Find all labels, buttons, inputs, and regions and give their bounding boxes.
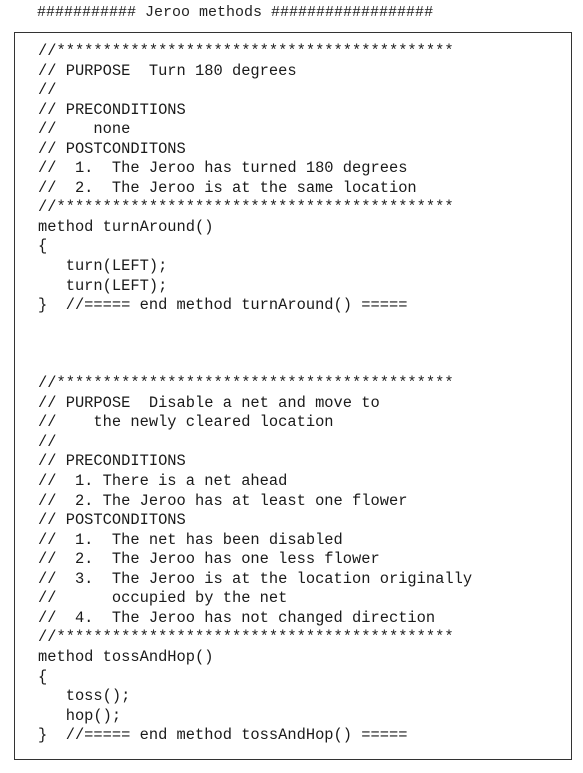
code-line: //**************************************… [38,198,454,217]
code-line: // [38,81,57,100]
code-line: // [38,432,57,451]
code-line: turn(LEFT); [38,276,168,295]
code-line: } //===== end method tossAndHop() ===== [38,726,408,745]
code-line: // 3. The Jeroo is at the location origi… [38,569,473,588]
code-line: // none [38,120,131,139]
code-line: // POSTCONDITONS [38,511,186,530]
code-line: // 1. The Jeroo has turned 180 degrees [38,159,408,178]
section-heading: ########### Jeroo methods ##############… [37,4,434,21]
code-line: // 2. The Jeroo has at least one flower [38,491,408,510]
code-line: // the newly cleared location [38,413,334,432]
code-line: { [38,667,48,686]
code-line: //**************************************… [38,374,454,393]
code-line: // PRECONDITIONS [38,100,186,119]
code-line: // POSTCONDITONS [38,139,186,158]
code-line: } //===== end method turnAround() ===== [38,296,408,315]
code-line: // PURPOSE Turn 180 degrees [38,61,297,80]
code-line: method tossAndHop() [38,647,214,666]
code-line: // 2. The Jeroo is at the same location [38,178,417,197]
code-line: // PURPOSE Disable a net and move to [38,393,380,412]
code-line: // 4. The Jeroo has not changed directio… [38,608,436,627]
code-line: hop(); [38,706,122,725]
code-line: //**************************************… [38,42,454,60]
code-line: // PRECONDITIONS [38,452,186,471]
code-line: //**************************************… [38,628,454,647]
code-line: // 1. The net has been disabled [38,530,343,549]
code-line: // 1. There is a net ahead [38,472,288,491]
code-line: method turnAround() [38,217,214,236]
code-line: // 2. The Jeroo has one less flower [38,550,380,569]
code-line: { [38,237,48,256]
code-listing-box: //**************************************… [14,32,572,760]
code-line: // occupied by the net [38,589,288,608]
code-line: toss(); [38,687,131,706]
code-listing: //**************************************… [38,42,472,746]
code-line: turn(LEFT); [38,257,168,276]
